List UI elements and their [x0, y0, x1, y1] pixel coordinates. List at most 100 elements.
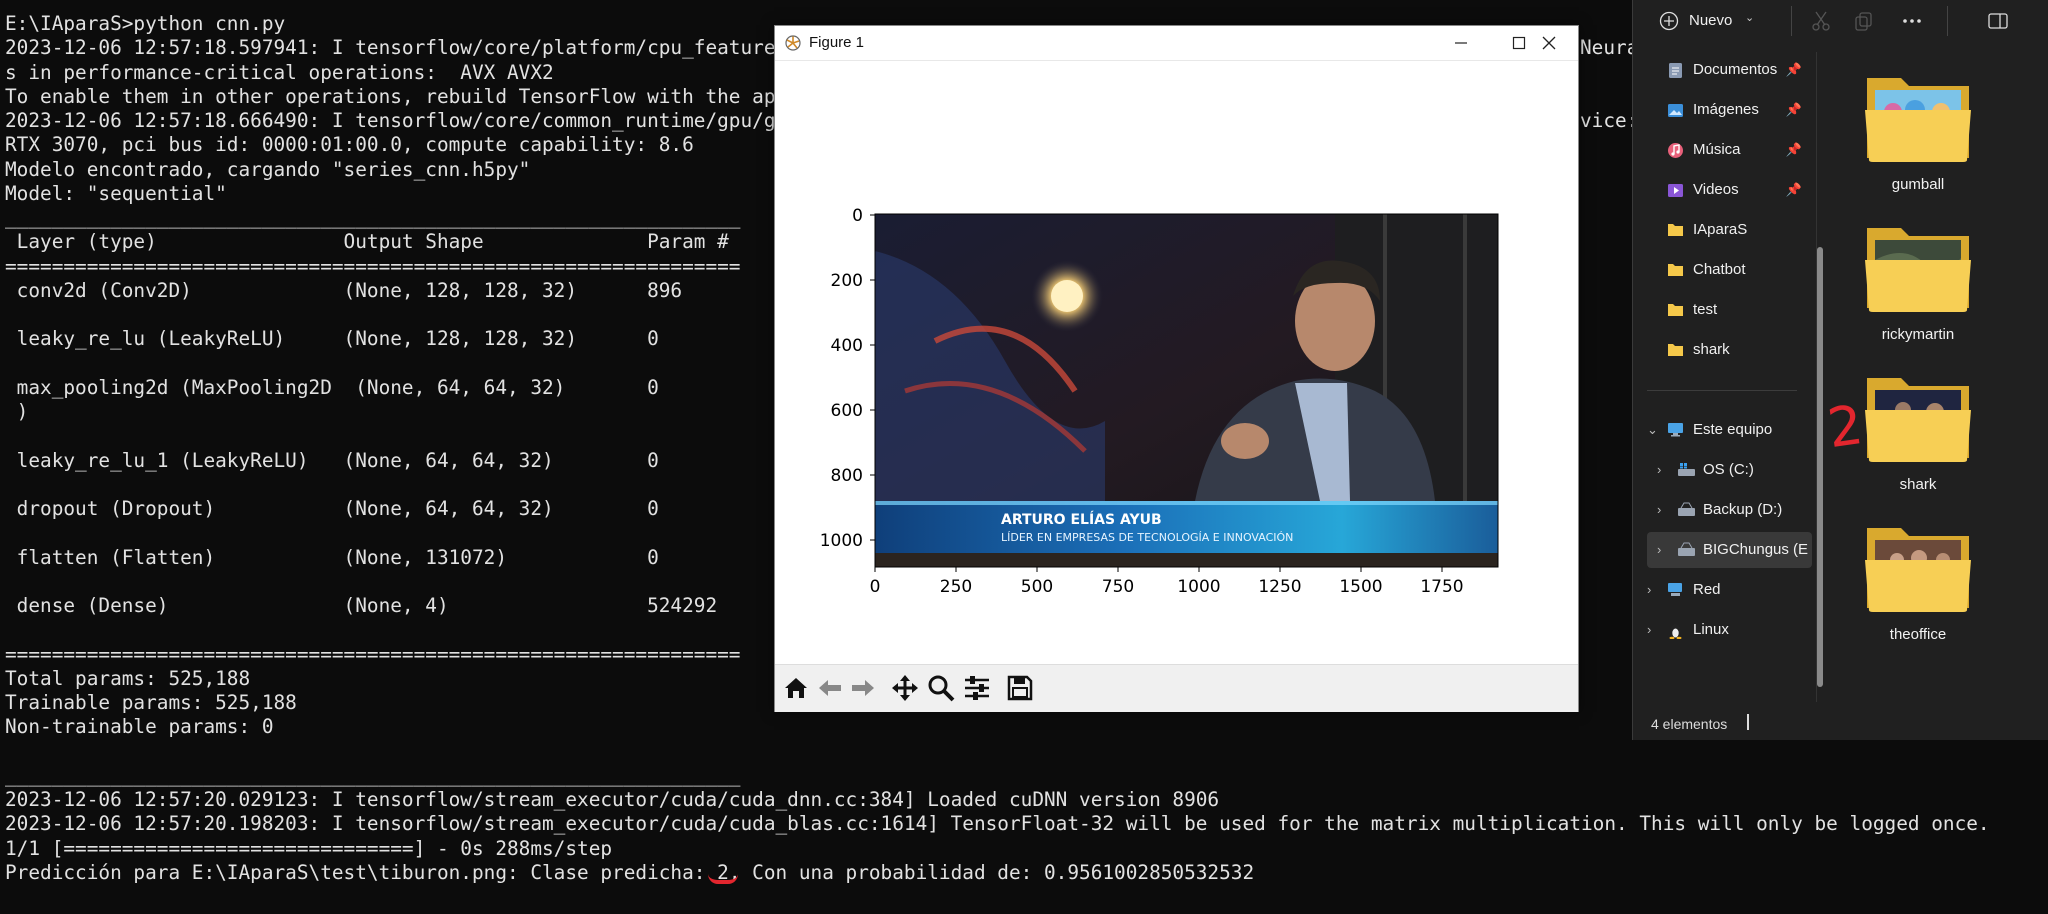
nav-item-este-equipo[interactable]: ⌄ Este equipo — [1647, 412, 1812, 448]
x-tick-label: 0 — [870, 577, 881, 597]
x-tick-label: 1250 — [1258, 577, 1301, 597]
zoom-button[interactable] — [926, 673, 956, 703]
terminal-line: Layer (type) Output Shape Param # — [5, 230, 729, 254]
configure-icon — [965, 676, 989, 700]
terminal-line: Modelo encontrado, cargando "series_cnn.… — [5, 157, 531, 181]
nav-item-red[interactable]: › Red — [1647, 572, 1812, 608]
nav-item-label: OS (C:) — [1703, 461, 1754, 478]
figure-title-bar[interactable]: Figure 1 — [775, 26, 1578, 61]
minimize-button[interactable] — [1432, 26, 1490, 60]
plot-image: ARTURO ELÍAS AYUB LÍDER EN EMPRESAS DE T… — [875, 214, 1498, 567]
terminal-line: E:\IAparaS>python cnn.py — [5, 12, 286, 35]
terminal-line: Non-trainable params: 0 — [5, 715, 274, 739]
network-icon — [1667, 582, 1684, 597]
nav-divider — [1647, 390, 1797, 391]
save-icon — [1007, 675, 1033, 701]
nav-item-label: BIGChungus (E — [1703, 541, 1809, 558]
nav-item-os-c[interactable]: › OS (C:) — [1647, 452, 1812, 488]
nav-item-label: Imágenes — [1693, 101, 1759, 118]
folder-tile-theoffice[interactable]: theoffice — [1863, 520, 1973, 660]
pan-button[interactable] — [890, 673, 920, 703]
terminal-line: 1/1 [==============================] - 0… — [5, 836, 613, 860]
nav-item-musica[interactable]: Música 📌 — [1647, 132, 1812, 168]
figure-canvas[interactable]: ARTURO ELÍAS AYUB LÍDER EN EMPRESAS DE T… — [775, 61, 1578, 662]
y-axis: 0 200 400 600 800 1000 — [820, 206, 875, 551]
nav-scrollbar-thumb[interactable] — [1817, 247, 1823, 687]
videos-icon — [1667, 182, 1684, 197]
nav-item-shark[interactable]: shark — [1647, 332, 1812, 368]
minimize-icon — [1455, 42, 1467, 44]
configure-button[interactable] — [962, 673, 992, 703]
folder-icon — [1667, 262, 1684, 277]
nav-item-chatbot[interactable]: Chatbot — [1647, 252, 1812, 288]
nav-item-videos[interactable]: Videos 📌 — [1647, 172, 1812, 208]
chevron-down-icon[interactable]: ⌄ — [1647, 422, 1658, 438]
terminal-line: s in performance-critical operations: AV… — [5, 60, 554, 84]
computer-icon — [1667, 422, 1684, 437]
nav-item-label: Música — [1693, 141, 1741, 158]
terminal-line: 2023-12-06 12:57:20.029123: I tensorflow… — [5, 788, 1220, 811]
details-pane-icon — [1988, 13, 2008, 29]
matplotlib-figure-window[interactable]: Figure 1 ARTURO ELÍAS AYUB LÍDER EN EMPR… — [774, 25, 1579, 712]
folder-name: gumball — [1891, 176, 1945, 193]
terminal-line: To enable them in other operations, rebu… — [5, 84, 776, 108]
terminal-line: Predicción para E:\IAparaS\test\tiburon.… — [5, 860, 1255, 884]
folder-tile-rickymartin[interactable]: rickymartin — [1863, 220, 1973, 360]
pan-icon — [892, 675, 918, 701]
nav-scrollbar[interactable] — [1817, 52, 1823, 702]
folder-thumbnail-icon — [1865, 78, 1971, 162]
home-button[interactable] — [781, 673, 811, 703]
drive-icon — [1677, 542, 1695, 557]
windows-drive-icon — [1677, 462, 1695, 477]
close-button[interactable] — [1520, 26, 1578, 60]
nav-item-label: Videos — [1693, 181, 1739, 198]
cut-button[interactable] — [1804, 6, 1838, 36]
nav-item-imagenes[interactable]: Imágenes 📌 — [1647, 92, 1812, 128]
terminal-line: ________________________________________… — [5, 763, 741, 787]
more-options-button[interactable] — [1895, 6, 1929, 36]
nav-item-label: Documentos — [1693, 61, 1778, 78]
new-button-label: Nuevo — [1689, 12, 1733, 29]
y-tick-label: 400 — [831, 336, 863, 356]
back-button[interactable] — [815, 673, 845, 703]
handwritten-annotation: 2 — [1823, 392, 1867, 461]
terminal-text-fragment: Neura — [1580, 36, 1639, 59]
terminal-line: conv2d (Conv2D) (None, 128, 128, 32) 896 — [5, 278, 683, 302]
file-explorer-window[interactable]: Nuevo ⌄ Documentos 📌 Imágenes 📌 Música 📌… — [1632, 0, 2048, 740]
image-plot: ARTURO ELÍAS AYUB LÍDER EN EMPRESAS DE T… — [820, 206, 1499, 597]
folder-tile-shark[interactable]: shark — [1863, 370, 1973, 510]
chevron-right-icon[interactable]: › — [1657, 462, 1661, 477]
chevron-right-icon[interactable]: › — [1657, 502, 1661, 517]
new-button[interactable]: Nuevo ⌄ — [1659, 5, 1769, 39]
folder-tile-gumball[interactable]: gumball — [1863, 70, 1973, 210]
documents-icon — [1667, 62, 1684, 78]
music-icon — [1667, 142, 1684, 158]
nav-item-label: Red — [1693, 581, 1721, 598]
save-button[interactable] — [1005, 673, 1035, 703]
x-tick-label: 750 — [1102, 577, 1134, 597]
details-pane-button[interactable] — [1983, 6, 2023, 36]
forward-button[interactable] — [848, 673, 878, 703]
status-divider — [1747, 714, 1749, 730]
chevron-right-icon[interactable]: › — [1647, 582, 1651, 597]
nav-item-bigchungus-e[interactable]: › BIGChungus (E — [1647, 532, 1812, 568]
folder-icon — [1667, 222, 1684, 237]
y-tick-label: 0 — [852, 206, 863, 226]
folder-icon — [1667, 302, 1684, 317]
nav-item-test[interactable]: test — [1647, 292, 1812, 328]
nav-item-backup-d[interactable]: › Backup (D:) — [1647, 492, 1812, 528]
toolbar-divider — [1947, 6, 1948, 36]
terminal-line: ========================================… — [5, 254, 741, 278]
folder-icon — [1667, 342, 1684, 357]
back-icon — [819, 680, 841, 696]
pin-icon: 📌 — [1785, 102, 1802, 117]
folder-thumbnail-icon — [1865, 228, 1971, 312]
x-axis: 0 250 500 750 1000 1250 1500 1750 — [870, 567, 1464, 597]
chevron-right-icon[interactable]: › — [1657, 542, 1661, 557]
copy-button[interactable] — [1847, 6, 1881, 36]
chevron-right-icon[interactable]: › — [1647, 622, 1651, 637]
nav-item-documentos[interactable]: Documentos 📌 — [1647, 52, 1812, 88]
close-icon — [1542, 36, 1556, 50]
nav-item-linux[interactable]: › Linux — [1647, 612, 1812, 648]
nav-item-iaparas[interactable]: IAparaS — [1647, 212, 1812, 248]
